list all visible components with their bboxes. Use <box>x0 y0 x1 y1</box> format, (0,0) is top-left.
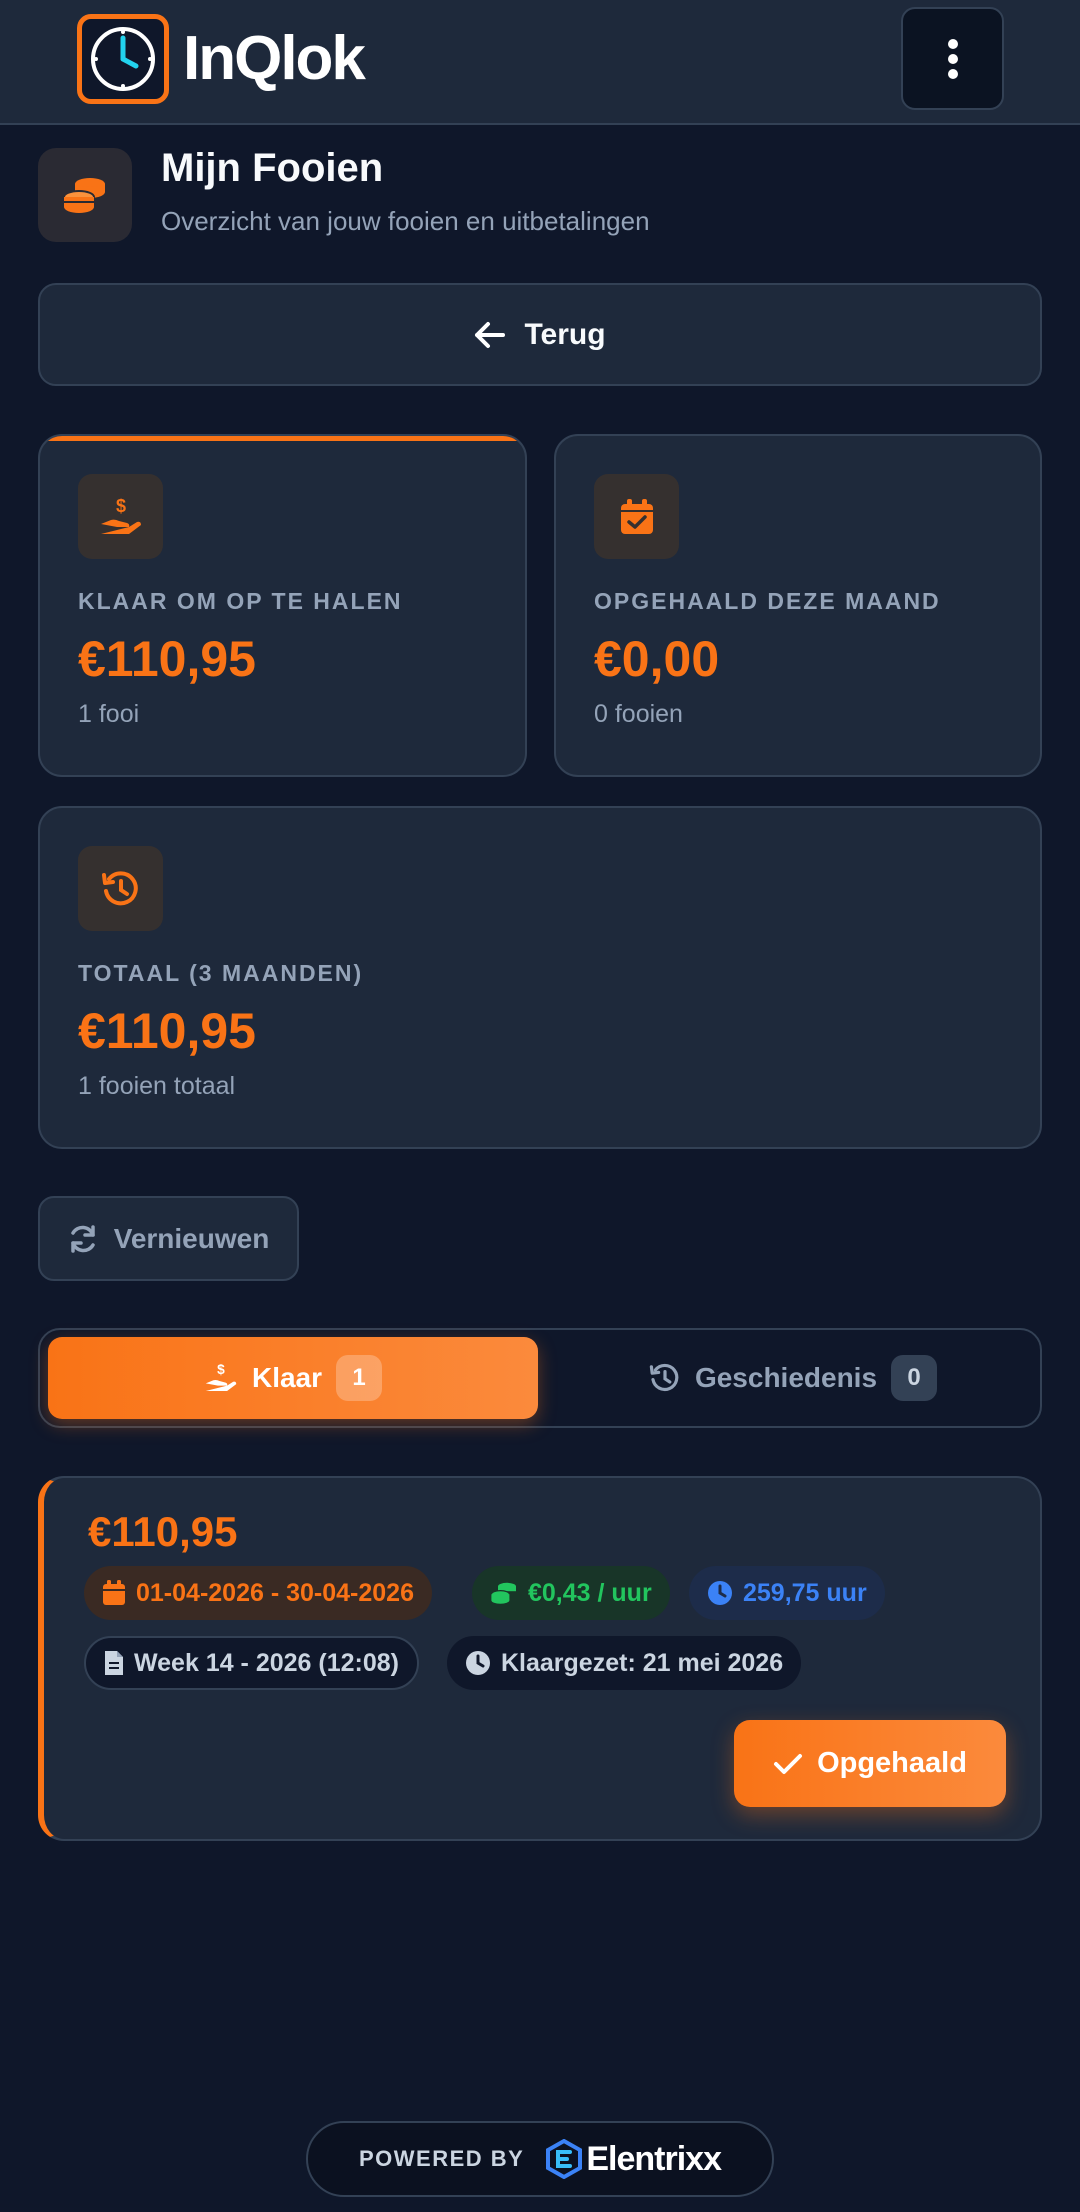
tip-item-card: €110,95 01-04-2026 - 30-04-2026 €0,43 / … <box>38 1476 1042 1841</box>
tip-hours-badge: 259,75 uur <box>689 1566 885 1620</box>
brand-logo: Elentrixx <box>546 2139 722 2179</box>
stat-card-total: TOTAAL (3 MAANDEN) €110,95 1 fooien tota… <box>38 806 1042 1149</box>
coins-icon <box>38 148 132 242</box>
tab-ready-label: Klaar <box>251 1362 323 1393</box>
stat-card-month: OPGEHAALD DEZE MAAND €0,00 0 fooien <box>554 434 1042 777</box>
document-icon <box>105 1651 123 1675</box>
mark-collected-label: Opgehaald <box>817 1747 967 1779</box>
app-header: InQlok <box>0 0 1080 125</box>
elentrixx-logo-icon <box>546 2139 583 2179</box>
stat-total-label: TOTAAL (3 MAANDEN) <box>78 960 364 986</box>
tip-ready-date-badge: Klaargezet: 21 mei 2026 <box>447 1636 802 1690</box>
mark-collected-button[interactable]: Opgehaald <box>734 1720 1006 1807</box>
hand-dollar-icon: $ <box>78 474 163 559</box>
clock-logo-icon <box>77 14 169 104</box>
stat-card-ready: $ KLAAR OM OP TE HALEN €110,95 1 fooi <box>38 434 527 777</box>
refresh-icon <box>70 1224 95 1253</box>
calendar-check-icon <box>594 474 679 559</box>
tab-ready[interactable]: $ Klaar 1 <box>48 1337 538 1419</box>
tip-rate-badge: €0,43 / uur <box>472 1566 670 1620</box>
tip-period-text: 01-04-2026 - 30-04-2026 <box>136 1578 414 1607</box>
clock-icon <box>708 1581 732 1605</box>
arrow-left-icon <box>475 321 506 348</box>
tip-rate-text: €0,43 / uur <box>528 1578 652 1607</box>
brand-name: Elentrixx <box>586 2139 722 2178</box>
tip-ready-date-text: Klaargezet: 21 mei 2026 <box>501 1648 784 1677</box>
more-vertical-icon <box>947 38 958 79</box>
back-button-label: Terug <box>524 317 606 351</box>
history-icon <box>649 1363 679 1392</box>
calendar-icon <box>103 1580 125 1605</box>
tab-ready-count: 1 <box>336 1355 383 1401</box>
refresh-button-label: Vernieuwen <box>113 1222 270 1254</box>
refresh-button[interactable]: Vernieuwen <box>38 1196 299 1281</box>
tip-week-text: Week 14 - 2026 (12:08) <box>134 1648 399 1677</box>
svg-text:$: $ <box>115 496 125 516</box>
stat-month-value: €0,00 <box>594 631 720 687</box>
tab-history-label: Geschiedenis <box>694 1362 878 1393</box>
svg-text:$: $ <box>217 1362 225 1377</box>
stat-ready-value: €110,95 <box>78 631 256 687</box>
stat-total-note: 1 fooien totaal <box>78 1072 236 1100</box>
stat-ready-label: KLAAR OM OP TE HALEN <box>78 588 403 614</box>
tip-tabs: $ Klaar 1 Geschiedenis 0 <box>38 1328 1042 1428</box>
stat-total-value: €110,95 <box>78 1003 256 1059</box>
back-button[interactable]: Terug <box>38 283 1042 386</box>
page-title: Mijn Fooien <box>161 146 384 190</box>
check-icon <box>774 1753 803 1774</box>
stat-ready-note: 1 fooi <box>78 700 140 728</box>
tip-week-badge: Week 14 - 2026 (12:08) <box>84 1636 419 1690</box>
page-subtitle: Overzicht van jouw fooien en uitbetaling… <box>161 206 650 236</box>
stat-month-label: OPGEHAALD DEZE MAAND <box>594 588 941 614</box>
hand-dollar-icon: $ <box>205 1362 237 1391</box>
history-icon <box>78 846 163 931</box>
powered-by-badge[interactable]: POWERED BY Elentrixx <box>306 2121 774 2197</box>
app-logo[interactable]: InQlok <box>77 14 366 104</box>
tip-amount: €110,95 <box>88 1508 238 1555</box>
logo-wordmark: InQlok <box>183 24 366 93</box>
tip-hours-text: 259,75 uur <box>743 1578 867 1607</box>
coins-icon <box>490 1582 516 1604</box>
tab-history-count: 0 <box>891 1355 938 1401</box>
tip-period-badge: 01-04-2026 - 30-04-2026 <box>84 1566 432 1620</box>
clock-icon <box>466 1651 490 1675</box>
powered-by-label: POWERED BY <box>359 2146 525 2171</box>
tab-history[interactable]: Geschiedenis 0 <box>550 1337 1036 1419</box>
more-menu-button[interactable] <box>901 7 1004 110</box>
stat-month-note: 0 fooien <box>594 700 683 728</box>
